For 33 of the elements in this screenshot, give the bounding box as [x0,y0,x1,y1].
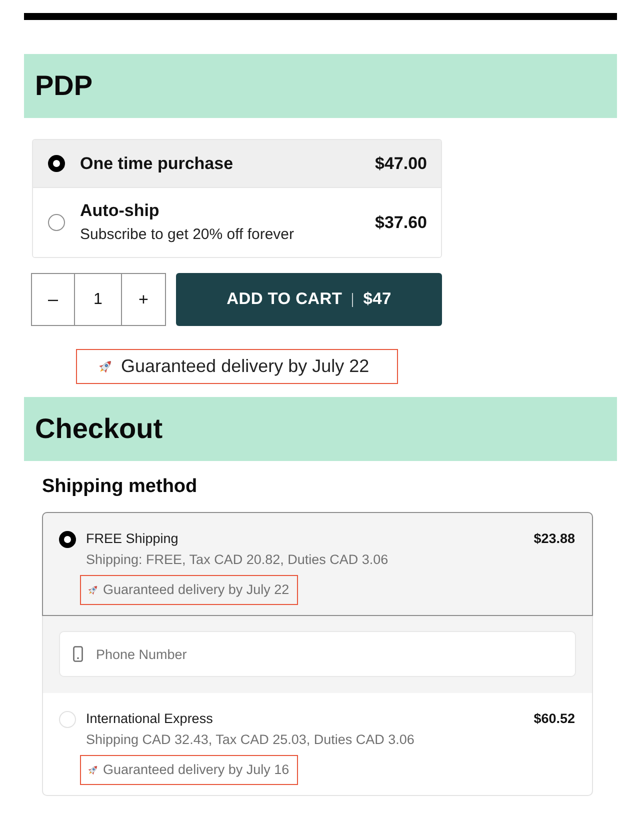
radio-button[interactable] [48,214,65,231]
radio-button[interactable] [48,155,65,172]
option-description: Subscribe to get 20% off forever [80,226,296,244]
phone-icon [73,646,83,662]
purchase-option[interactable]: Auto-ship Subscribe to get 20% off forever $37.60 [33,187,441,257]
delivery-text: Guaranteed delivery by July 22 [103,581,290,599]
add-to-cart-button[interactable]: ADD TO CART $47 [176,273,442,326]
phone-input[interactable]: Phone Number [96,646,575,662]
radio-button[interactable] [59,530,76,548]
phone-field[interactable]: Phone Number [59,631,576,677]
shipping-option[interactable]: FREE Shipping $23.88 Shipping: FREE, Tax CAD 20.82, Duties CAD 3.06 Guaranteed delivery by July 22 [42,512,593,616]
option-price: $47.00 [375,154,427,174]
delivery-text: Guaranteed delivery by July 16 [103,761,290,779]
shipping-price: $23.88 [534,530,575,548]
option-label: One time purchase [80,154,234,174]
shipping-details: Shipping: FREE, Tax CAD 20.82, Duties CAD 3.06 [86,551,390,569]
shipping-option[interactable]: International Express $60.52 Shipping CAD 32.43, Tax CAD 25.03, Duties CAD 3.06 Guaranteed delivery by July 16 [42,693,593,796]
rocket-icon [86,763,100,777]
increment-button[interactable]: + [121,273,166,326]
quantity-field[interactable]: 1 [75,273,121,326]
shipping-price: $60.52 [534,710,575,728]
section-heading: Checkout [35,413,163,445]
shipping-name: FREE Shipping [86,530,180,548]
option-label: Auto-ship [80,201,160,221]
rocket-icon [86,583,100,597]
decrement-button[interactable]: – [31,273,75,326]
shipping-details: Shipping CAD 32.43, Tax CAD 25.03, Duties CAD 3.06 [86,731,416,749]
section-heading: PDP [35,70,93,102]
option-price: $37.60 [375,212,427,232]
shipping-heading: Shipping method [42,476,198,498]
shipping-name: International Express [86,710,214,728]
purchase-option[interactable]: One time purchase $47.00 [33,140,441,187]
delivery-text: Guaranteed delivery by July 22 [121,356,370,377]
